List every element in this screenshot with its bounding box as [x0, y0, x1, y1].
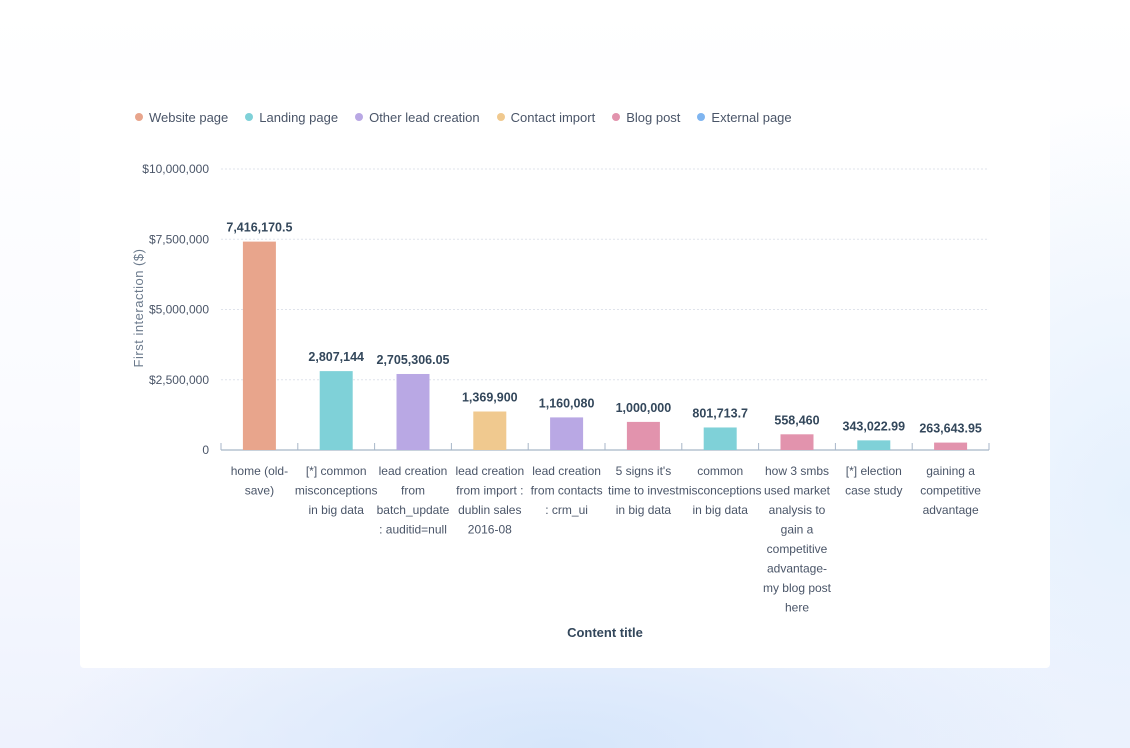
x-tick-label: [*] common [306, 464, 367, 478]
y-tick-label: $2,500,000 [149, 373, 209, 387]
bar-chart: 0 $2,500,000 $5,000,000 $7,500,000 $10,000,0… [131, 162, 990, 640]
x-tick-label: in big data [309, 503, 365, 517]
data-label: 558,460 [774, 413, 819, 427]
y-tick-label: $7,500,000 [149, 232, 209, 246]
x-tick-label: in big data [693, 503, 749, 517]
x-tick-label: case study [845, 484, 902, 498]
bar[interactable] [319, 371, 353, 450]
x-tick-label: competitive [767, 542, 828, 556]
data-label: 2,705,306.05 [377, 353, 450, 367]
bar[interactable] [857, 440, 891, 450]
data-label: 1,160,080 [539, 396, 595, 410]
x-tick-label: advantage- [767, 562, 827, 576]
bar[interactable] [473, 411, 507, 450]
x-tick-label: : auditid=null [379, 523, 447, 537]
x-tick-label: home (old- [231, 464, 288, 478]
bar[interactable] [703, 427, 737, 450]
x-tick-label: from [401, 484, 425, 498]
x-tick-label: lead creation [532, 464, 601, 478]
bar[interactable] [242, 241, 276, 450]
data-label: 343,022.99 [843, 419, 906, 433]
x-tick-label: misconceptions [679, 484, 762, 498]
bar[interactable] [626, 421, 660, 450]
x-tick-label: gain a [781, 523, 814, 537]
x-tick-label: from contacts [531, 484, 603, 498]
x-tick-label: [*] election [846, 464, 902, 478]
bar[interactable] [550, 417, 584, 450]
x-tick-label: time to invest [608, 484, 679, 498]
bar[interactable] [934, 442, 968, 450]
x-tick-label: used market [764, 484, 831, 498]
x-tick-label: in big data [616, 503, 672, 517]
data-label: 801,713.7 [692, 406, 748, 420]
x-tick-label: 2016-08 [468, 523, 512, 537]
data-label: 263,643.95 [919, 422, 982, 436]
y-tick-label: $10,000,000 [142, 162, 209, 176]
data-label: 1,369,900 [462, 391, 518, 405]
x-tick-label: advantage [923, 503, 979, 517]
y-tick-label: 0 [202, 443, 209, 457]
x-tick-label: here [785, 601, 809, 615]
x-tick-label: : crm_ui [545, 503, 588, 517]
x-axis-title: Content title [567, 625, 643, 640]
data-label: 2,807,144 [308, 350, 364, 364]
y-axis-title: First interaction ($) [131, 249, 146, 368]
x-tick-label: analysis to [769, 503, 826, 517]
x-tick-label: save) [245, 484, 274, 498]
bar[interactable] [396, 373, 430, 450]
x-tick-label: my blog post [763, 581, 832, 595]
x-tick-label: how 3 smbs [765, 464, 829, 478]
x-tick-label: batch_update [377, 503, 450, 517]
x-tick-label: dublin sales [458, 503, 521, 517]
x-tick-label: misconceptions [295, 484, 378, 498]
data-label: 1,000,000 [616, 401, 672, 415]
x-tick-label: competitive [920, 484, 981, 498]
x-tick-label: from import : [456, 484, 523, 498]
x-tick-label: lead creation [379, 464, 448, 478]
y-tick-label: $5,000,000 [149, 303, 209, 317]
x-tick-label: 5 signs it's [616, 464, 672, 478]
x-tick-label: gaining a [926, 464, 975, 478]
bar[interactable] [780, 434, 814, 450]
data-label: 7,416,170.5 [226, 221, 292, 235]
x-tick-label: lead creation [455, 464, 524, 478]
x-tick-label: common [697, 464, 743, 478]
